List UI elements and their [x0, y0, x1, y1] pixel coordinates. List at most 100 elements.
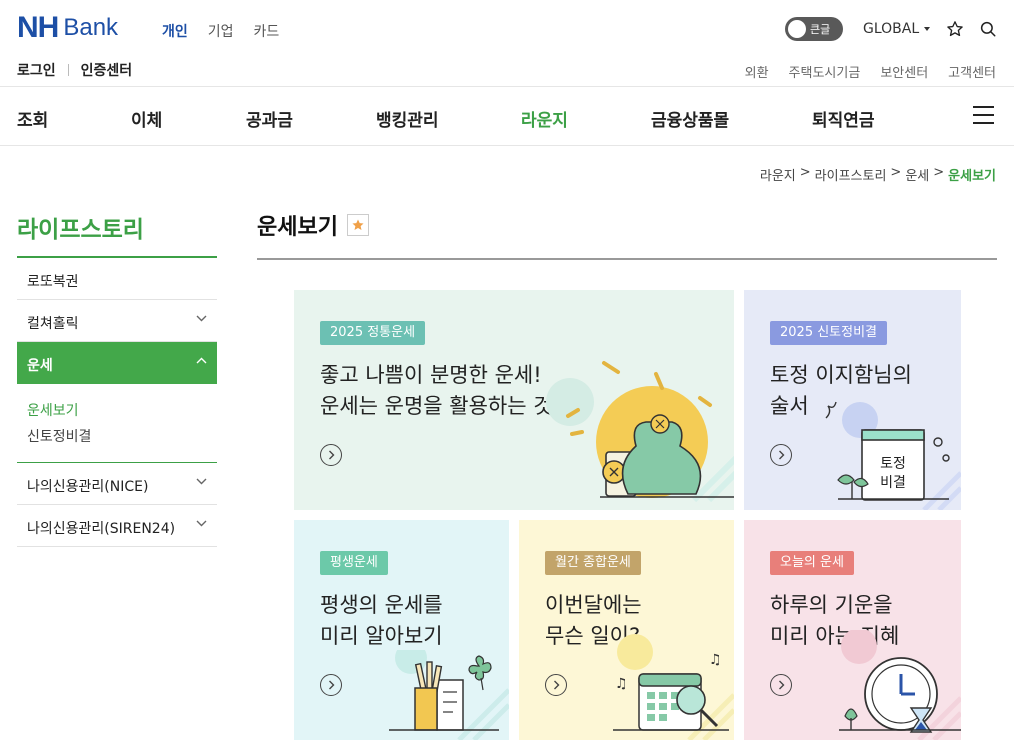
- lnb-item-label: 운세: [27, 358, 53, 374]
- util-link-forex[interactable]: 외환: [745, 62, 769, 81]
- breadcrumb-separator: >: [933, 165, 945, 180]
- card-go-button[interactable]: [770, 674, 792, 696]
- fortune-card-today[interactable]: 오늘의 운세 하루의 기운을 미리 아는 지혜: [744, 520, 961, 740]
- gnb-item-utility-bills[interactable]: 공과금: [246, 106, 293, 131]
- gnb-item-inquiry[interactable]: 조회: [17, 106, 48, 131]
- chevron-down-icon: [196, 478, 207, 485]
- card-go-button[interactable]: [320, 444, 342, 466]
- big-text-toggle[interactable]: 큰글: [785, 17, 843, 41]
- fortune-card-lifetime[interactable]: 평생운세 평생의 운세를 미리 알아보기: [294, 520, 509, 740]
- lnb-item-label: 로또복권: [27, 274, 79, 290]
- lnb-item-lotto[interactable]: 로또복권: [17, 258, 217, 300]
- chevron-right-icon: [328, 680, 334, 690]
- logo-bank: Bank: [63, 14, 119, 41]
- card-title-line: 토정 이지함님의: [770, 363, 912, 387]
- chevron-right-icon: [778, 680, 784, 690]
- fortune-card-monthly[interactable]: 월간 종합운세 이번달에는 무슨 일이? ♫ ♫: [519, 520, 734, 740]
- breadcrumb: 라운지 > 라이프스토리 > 운세 > 운세보기: [760, 165, 996, 184]
- gnb-item-banking-management[interactable]: 뱅킹관리: [376, 106, 439, 131]
- gnb-item-transfer[interactable]: 이체: [131, 106, 162, 131]
- pencil-cup-illustration: [389, 650, 509, 740]
- card-go-button[interactable]: [770, 444, 792, 466]
- chevron-down-icon: [196, 315, 207, 322]
- fortune-card-tojeong[interactable]: 2025 신토정비결 토정 이지함님의 술서 토정 비결: [744, 290, 961, 510]
- music-note-icon: ♫: [709, 652, 722, 668]
- util-link-housing-fund[interactable]: 주택도시기금: [789, 62, 861, 81]
- lnb-title: 라이프스토리: [17, 217, 144, 243]
- breadcrumb-item[interactable]: 운세: [905, 165, 929, 184]
- fortune-card-traditional[interactable]: 2025 정통운세 좋고 나쁨이 분명한 운세! 운세는 운명을 활용하는 것: [294, 290, 734, 510]
- card-title-line: 평생의 운세를: [320, 593, 443, 617]
- lnb-item-credit-nice[interactable]: 나의신용관리(NICE): [17, 463, 217, 505]
- card-title: 좋고 나쁨이 분명한 운세! 운세는 운명을 활용하는 것: [320, 360, 553, 422]
- lnb-subitem-fortune-view[interactable]: 운세보기: [27, 398, 217, 424]
- card-badge: 오늘의 운세: [770, 551, 854, 575]
- money-bag-illustration: [546, 361, 734, 503]
- lnb-item-culture[interactable]: 컬쳐홀릭: [17, 300, 217, 342]
- login-link[interactable]: 로그인: [17, 60, 56, 80]
- page-title-text: 운세보기: [257, 215, 338, 240]
- account-links: 로그인 인증센터: [17, 60, 132, 80]
- lnb-submenu: 운세보기 신토정비결: [17, 384, 217, 463]
- chevron-right-icon: [553, 680, 559, 690]
- calendar-illustration: ♫ ♫: [613, 634, 734, 740]
- side-navigation: 로또복권 컬쳐홀릭 운세 운세보기 신토정비결 나의신용관리(NICE) 나의신…: [17, 256, 217, 547]
- breadcrumb-separator: >: [799, 165, 811, 180]
- gnb-item-lounge[interactable]: 라운지: [521, 106, 568, 131]
- global-menu[interactable]: GLOBAL: [863, 21, 931, 37]
- title-divider: [257, 258, 997, 260]
- card-title-line: 이번달에는: [545, 593, 642, 617]
- lnb-item-label: 나의신용관리(NICE): [27, 479, 149, 495]
- card-go-button[interactable]: [320, 674, 342, 696]
- lnb-subitem-tojeong[interactable]: 신토정비결: [27, 424, 217, 450]
- star-icon: [947, 21, 963, 37]
- chevron-up-icon: [196, 357, 207, 364]
- card-go-button[interactable]: [545, 674, 567, 696]
- big-text-label: 큰글: [810, 23, 831, 36]
- global-navigation: 조회 이체 공과금 뱅킹관리 라운지 금융상품몰 퇴직연금: [0, 86, 1014, 146]
- util-link-security-center[interactable]: 보안센터: [880, 62, 928, 81]
- book-text-tojeong: 토정: [880, 456, 906, 472]
- gnb-item-product-mall[interactable]: 금융상품몰: [651, 106, 729, 131]
- book-illustration: 토정 비결: [825, 401, 961, 510]
- utility-links: 외환 주택도시기금 보안센터 고객센터: [745, 62, 996, 81]
- toggle-knob: [788, 20, 806, 38]
- breadcrumb-current: 운세보기: [948, 169, 996, 184]
- util-link-customer-center[interactable]: 고객센터: [948, 62, 996, 81]
- logo-nh: NH: [17, 11, 59, 44]
- card-title-line: 좋고 나쁨이 분명한 운세!: [320, 363, 542, 387]
- search-button[interactable]: [977, 18, 999, 40]
- lnb-item-label: 나의신용관리(SIREN24): [27, 521, 176, 537]
- cert-center-link[interactable]: 인증센터: [81, 60, 133, 80]
- card-badge: 2025 신토정비결: [770, 321, 888, 345]
- breadcrumb-separator: >: [890, 165, 902, 180]
- breadcrumb-item[interactable]: 라이프스토리: [815, 165, 887, 184]
- lnb-item-label: 컬쳐홀릭: [27, 316, 79, 332]
- lnb-item-credit-siren24[interactable]: 나의신용관리(SIREN24): [17, 505, 217, 547]
- lnb-item-fortune[interactable]: 운세: [17, 342, 217, 384]
- chevron-right-icon: [778, 450, 784, 460]
- card-badge: 평생운세: [320, 551, 388, 575]
- segment-card[interactable]: 카드: [254, 21, 280, 41]
- favorites-button[interactable]: [944, 18, 966, 40]
- breadcrumb-item[interactable]: 라운지: [760, 165, 796, 184]
- nh-bank-logo[interactable]: NH Bank: [17, 11, 119, 44]
- card-badge: 2025 정통운세: [320, 321, 426, 345]
- card-title-line: 운세는 운명을 활용하는 것: [320, 394, 553, 418]
- segment-personal[interactable]: 개인: [162, 21, 188, 41]
- clock-illustration: [839, 630, 961, 740]
- divider: [67, 64, 69, 76]
- card-title: 평생의 운세를 미리 알아보기: [320, 590, 443, 652]
- global-label: GLOBAL: [863, 21, 920, 37]
- gnb-item-retirement-pension[interactable]: 퇴직연금: [812, 106, 875, 131]
- segment-business[interactable]: 기업: [208, 21, 234, 41]
- caret-down-icon: [924, 27, 931, 31]
- card-title-line: 하루의 기운을: [770, 593, 893, 617]
- star-icon: [352, 219, 364, 230]
- card-badge: 월간 종합운세: [545, 551, 641, 575]
- customer-segment-tabs: 개인 기업 카드: [162, 21, 279, 41]
- music-note-icon: ♫: [615, 676, 628, 692]
- hamburger-menu-icon[interactable]: [973, 106, 994, 124]
- chevron-down-icon: [196, 520, 207, 527]
- add-favorite-button[interactable]: [346, 214, 369, 236]
